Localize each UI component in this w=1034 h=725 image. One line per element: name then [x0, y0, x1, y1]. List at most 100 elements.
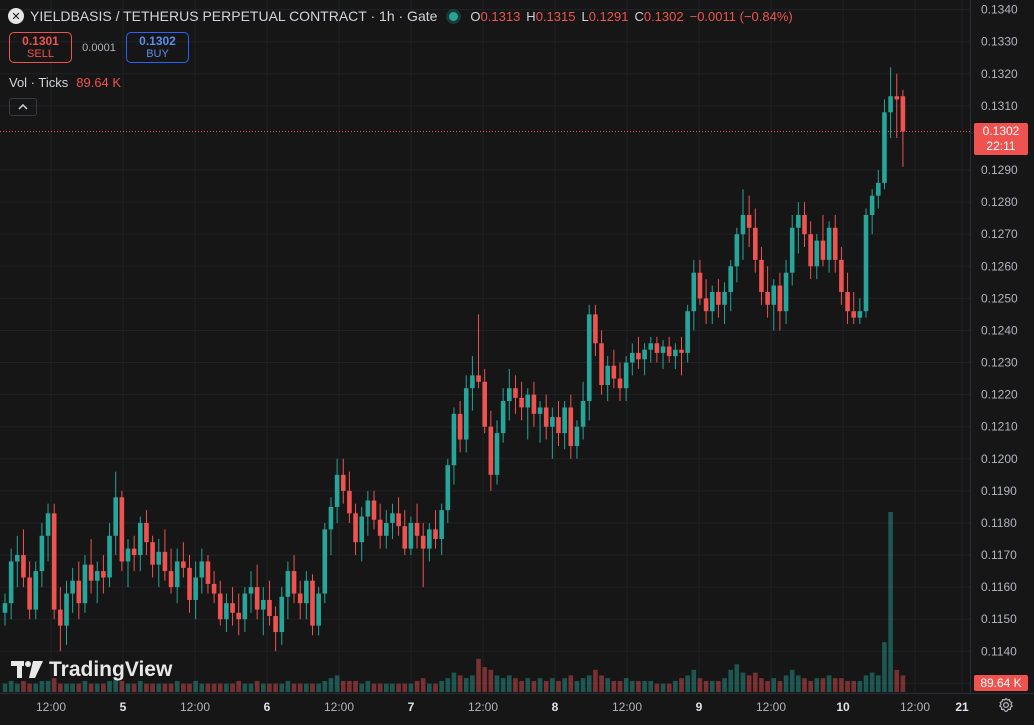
candle-body[interactable] — [494, 433, 500, 475]
candle-body[interactable] — [826, 227, 832, 260]
candle-body[interactable] — [851, 311, 856, 318]
candle-body[interactable] — [371, 500, 377, 520]
candle-body[interactable] — [463, 388, 469, 440]
candle-body[interactable] — [550, 417, 555, 427]
candle-body[interactable] — [525, 394, 531, 408]
candle-body[interactable] — [21, 555, 26, 578]
price-axis[interactable]: 0.1340 0.1330 0.1320 0.1310 0.1290 0.1280 0.12… — [970, 0, 1034, 693]
sell-button[interactable]: 0.1301 SELL — [9, 32, 72, 63]
candle-body[interactable] — [45, 513, 51, 536]
candle-body[interactable] — [217, 593, 223, 620]
candle-body[interactable] — [562, 407, 567, 434]
candle-body[interactable] — [248, 587, 254, 594]
candle-body[interactable] — [94, 571, 100, 581]
candle-body[interactable] — [107, 535, 112, 578]
candle-body[interactable] — [377, 519, 383, 536]
candle-body[interactable] — [310, 580, 315, 626]
candle-body[interactable] — [531, 394, 537, 414]
candle-body[interactable] — [402, 526, 408, 549]
candle-body[interactable] — [863, 214, 869, 312]
candle-body[interactable] — [365, 500, 371, 517]
candle-body[interactable] — [64, 593, 69, 626]
candle-body[interactable] — [291, 571, 297, 594]
gear-icon[interactable] — [998, 697, 1014, 713]
candle-body[interactable] — [765, 291, 770, 305]
candle-body[interactable] — [746, 214, 752, 228]
candle-body[interactable] — [328, 506, 334, 530]
candle-body[interactable] — [58, 609, 63, 626]
candle-body[interactable] — [384, 522, 389, 536]
candle-body[interactable] — [70, 580, 75, 594]
candle-body[interactable] — [150, 542, 155, 565]
candle-body[interactable] — [642, 349, 647, 360]
candle-body[interactable] — [451, 413, 457, 466]
candle-body[interactable] — [322, 529, 328, 594]
candle-body[interactable] — [174, 561, 180, 588]
candle-body[interactable] — [507, 388, 512, 402]
candle-body[interactable] — [900, 96, 906, 132]
candle-body[interactable] — [82, 564, 88, 604]
candle-body[interactable] — [199, 561, 205, 578]
candle-body[interactable] — [76, 580, 82, 604]
candle-body[interactable] — [359, 516, 364, 543]
candle-body[interactable] — [285, 571, 291, 597]
candle-body[interactable] — [420, 535, 426, 549]
candle-body[interactable] — [500, 401, 506, 434]
candle-body[interactable] — [353, 513, 358, 543]
candle-body[interactable] — [39, 535, 45, 572]
candle-body[interactable] — [2, 603, 8, 613]
candle-body[interactable] — [740, 214, 746, 235]
candle-body[interactable] — [334, 474, 340, 507]
candle-body[interactable] — [297, 593, 303, 604]
candle-body[interactable] — [617, 378, 623, 389]
candle-body[interactable] — [728, 266, 733, 292]
candle-body[interactable] — [33, 571, 39, 610]
candle-body[interactable] — [685, 311, 690, 353]
candle-body[interactable] — [488, 426, 494, 475]
candle-body[interactable] — [181, 561, 186, 568]
candle-body[interactable] — [476, 375, 481, 382]
candle-body[interactable] — [777, 285, 783, 312]
candle-body[interactable] — [470, 375, 475, 389]
candle-body[interactable] — [832, 227, 838, 260]
candle-body[interactable] — [611, 365, 617, 379]
candle-body[interactable] — [316, 593, 321, 626]
candle-body[interactable] — [279, 596, 285, 633]
price-chart-pane[interactable] — [0, 0, 970, 693]
candle-body[interactable] — [427, 529, 432, 549]
collapse-legend-button[interactable] — [9, 98, 37, 116]
candle-body[interactable] — [144, 522, 149, 543]
candle-body[interactable] — [88, 564, 94, 581]
candle-body[interactable] — [224, 603, 229, 620]
candle-body[interactable] — [593, 314, 598, 344]
candle-body[interactable] — [445, 465, 451, 511]
buy-button[interactable]: 0.1302 BUY — [126, 32, 189, 63]
candle-body[interactable] — [630, 352, 635, 363]
candle-body[interactable] — [168, 571, 174, 588]
candle-body[interactable] — [537, 407, 543, 414]
candle-body[interactable] — [138, 522, 143, 556]
candle-body[interactable] — [709, 291, 715, 312]
candle-body[interactable] — [882, 112, 887, 183]
candle-body[interactable] — [771, 285, 777, 305]
candle-body[interactable] — [8, 561, 14, 604]
candle-body[interactable] — [113, 497, 118, 536]
candle-body[interactable] — [304, 580, 309, 604]
candle-body[interactable] — [814, 240, 820, 267]
candle-body[interactable] — [556, 417, 561, 434]
candle-body[interactable] — [839, 259, 844, 292]
candle-body[interactable] — [722, 291, 727, 305]
candle-body[interactable] — [390, 513, 395, 523]
candle-body[interactable] — [580, 401, 586, 427]
candle-body[interactable] — [808, 234, 813, 267]
candle-body[interactable] — [101, 571, 106, 578]
candle-body[interactable] — [543, 407, 549, 427]
candle-body[interactable] — [568, 407, 574, 446]
candle-body[interactable] — [802, 214, 807, 235]
candle-body[interactable] — [623, 362, 629, 389]
candle-body[interactable] — [193, 577, 198, 600]
candle-body[interactable] — [679, 349, 684, 353]
candle-body[interactable] — [156, 551, 162, 565]
candle-body[interactable] — [131, 548, 137, 556]
time-axis[interactable]: 12:00 5 12:00 6 12:00 7 12:00 8 12:00 9 12:00 10 12:… — [0, 693, 1034, 719]
